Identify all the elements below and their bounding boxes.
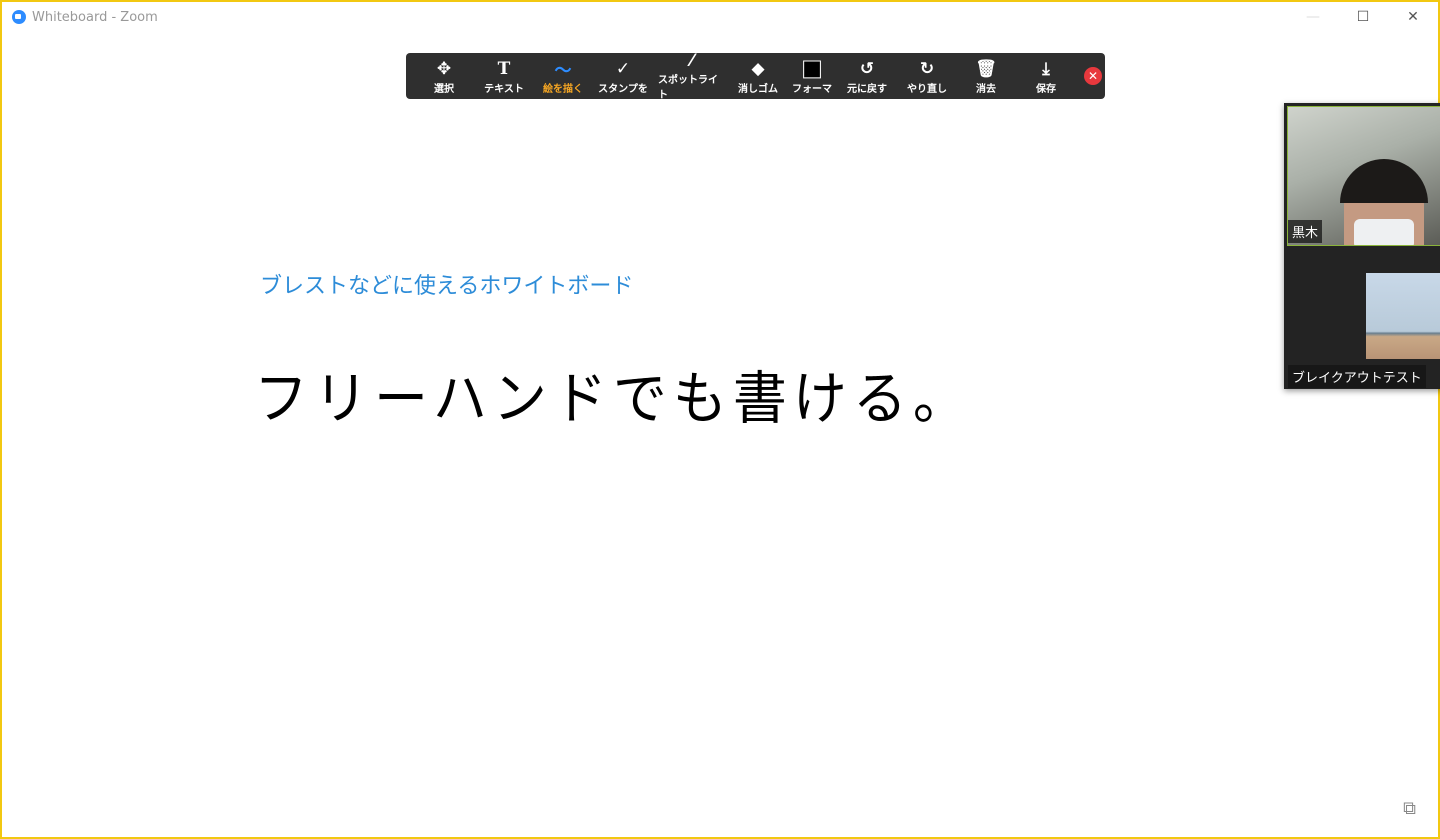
tool-select[interactable]: ✥ 選択 bbox=[418, 53, 470, 99]
color-swatch-icon: ■ bbox=[801, 56, 823, 82]
tool-redo[interactable]: ↻ やり直し bbox=[900, 53, 954, 99]
tool-draw[interactable]: 〜絵を描く bbox=[538, 53, 588, 99]
participant-mask bbox=[1354, 219, 1414, 245]
tool-clear[interactable]: 🗑 消去 bbox=[954, 53, 1018, 99]
tool-undo[interactable]: ↺ 元に戻す bbox=[834, 53, 900, 99]
handwritten-drawing[interactable]: フリーハンドでも書ける。 bbox=[254, 352, 973, 435]
download-icon: ⤓ bbox=[1042, 58, 1050, 79]
video-panel[interactable]: 黒木 ブレイクアウトテスト bbox=[1284, 103, 1440, 389]
zoom-logo-icon bbox=[12, 10, 26, 24]
participant-video-2[interactable] bbox=[1366, 273, 1440, 359]
participant-video-1[interactable]: 黒木 bbox=[1287, 106, 1440, 246]
maximize-button[interactable]: ☐ bbox=[1338, 2, 1388, 32]
squiggle-icon: 〜 bbox=[554, 61, 572, 81]
minimize-button[interactable]: — bbox=[1288, 2, 1338, 32]
new-whiteboard-icon[interactable]: ⧉ bbox=[1403, 798, 1416, 819]
redo-icon: ↻ bbox=[919, 58, 935, 79]
whiteboard-toolbar: ✥ 選択 T テキスト 〜絵を描く ✓ スタンプを ⁄ スポットライト ◆ 消しゴム ■ フ… bbox=[406, 51, 1105, 101]
checkmark-icon: ✓ bbox=[615, 58, 631, 79]
tool-text[interactable]: T テキスト bbox=[470, 53, 538, 99]
tool-save[interactable]: ⤓ 保存 bbox=[1018, 53, 1074, 99]
magic-wand-icon: ⁄ bbox=[690, 51, 694, 71]
tool-eraser[interactable]: ◆ 消しゴム bbox=[726, 53, 790, 99]
undo-icon: ↺ bbox=[859, 58, 875, 79]
tool-format[interactable]: ■ フォーマ bbox=[790, 53, 834, 99]
tool-spotlight[interactable]: ⁄ スポットライト bbox=[658, 51, 726, 101]
participant-name: 黒木 bbox=[1288, 220, 1323, 243]
trash-icon: 🗑 bbox=[975, 58, 997, 79]
whiteboard-text[interactable]: ブレストなどに使えるホワイトボード bbox=[260, 268, 633, 300]
title-bar: Whiteboard - Zoom — ☐ ✕ bbox=[2, 2, 1438, 32]
close-window-button[interactable]: ✕ bbox=[1388, 2, 1438, 32]
window-title: Whiteboard - Zoom bbox=[32, 9, 158, 25]
tool-stamp[interactable]: ✓ スタンプを bbox=[588, 53, 658, 99]
participant-hair bbox=[1340, 159, 1428, 203]
text-icon: T bbox=[497, 58, 511, 79]
participant-name: ブレイクアウトテスト bbox=[1288, 365, 1426, 388]
move-icon: ✥ bbox=[436, 58, 452, 79]
close-toolbar-button[interactable]: ✕ bbox=[1084, 67, 1102, 85]
eraser-icon: ◆ bbox=[751, 58, 765, 79]
